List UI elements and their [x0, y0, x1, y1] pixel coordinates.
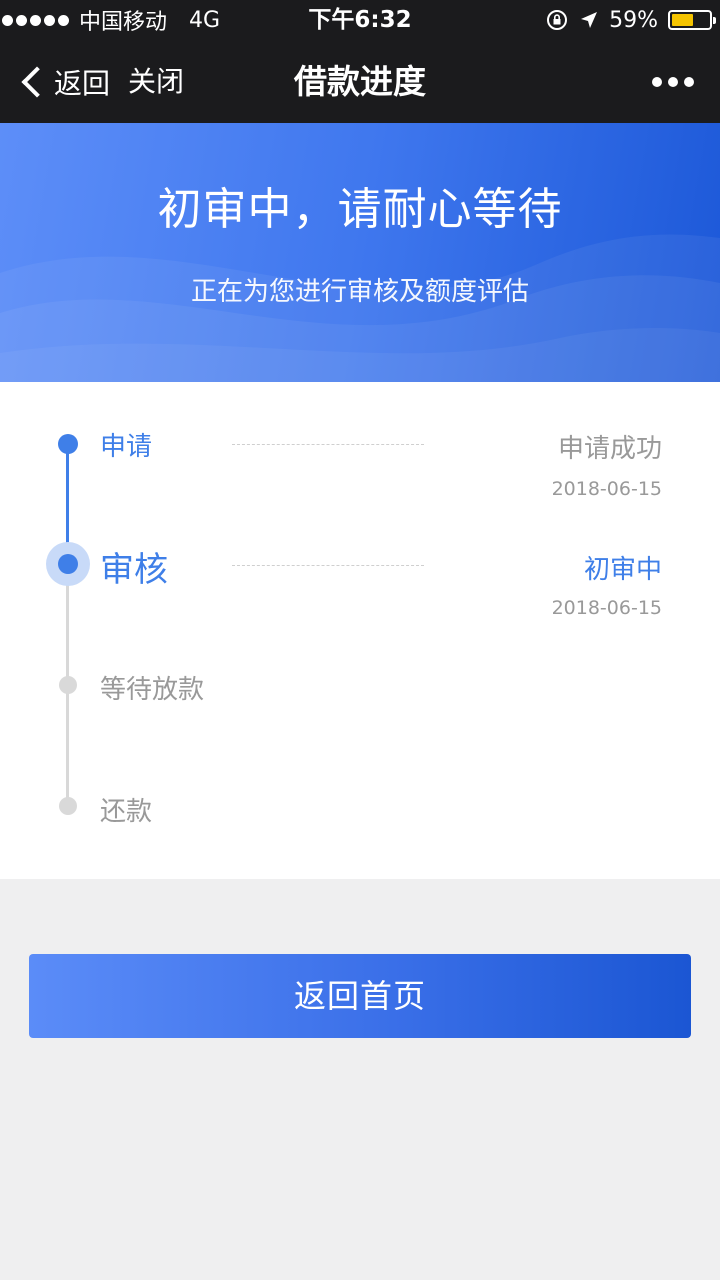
status-banner: 初审中，请耐心等待 正在为您进行审核及额度评估: [0, 123, 720, 382]
step-label-disbursement: 等待放款: [100, 675, 205, 705]
status-right: 59%: [545, 0, 716, 40]
close-button[interactable]: 关闭: [128, 40, 184, 123]
step-date-review: 2018-06-15: [551, 597, 662, 619]
step-date-apply: 2018-06-15: [551, 478, 662, 500]
battery-icon: [668, 10, 716, 30]
step-label-repayment: 还款: [100, 797, 153, 827]
step-label-apply: 申请: [100, 432, 153, 462]
chevron-left-icon: [21, 65, 53, 98]
nav-bar: 返回 关闭 借款进度: [0, 40, 720, 123]
battery-fill: [672, 14, 694, 26]
more-options-button[interactable]: [652, 40, 694, 123]
step-current-dot-icon: [58, 554, 78, 574]
step-status-review: 初审中: [583, 555, 662, 585]
step-done-dot-icon: [58, 434, 78, 454]
banner-wave-decoration: [0, 234, 720, 382]
location-arrow-icon: [581, 12, 598, 28]
step-divider: [232, 444, 424, 445]
return-home-button[interactable]: 返回首页: [29, 954, 691, 1038]
progress-timeline: 申请 申请成功 2018-06-15 审核 初审中 2018-06-15 等待放…: [0, 382, 720, 879]
orientation-lock-icon: [547, 10, 568, 30]
back-button[interactable]: 返回: [18, 40, 110, 123]
more-dots-icon: [652, 76, 662, 87]
step-status-apply: 申请成功: [557, 434, 662, 464]
banner-title: 初审中，请耐心等待: [157, 184, 563, 235]
banner-subtitle: 正在为您进行审核及额度评估: [190, 277, 529, 307]
step-divider: [232, 565, 424, 566]
step-pending-dot-icon: [59, 797, 77, 815]
back-label: 返回: [54, 66, 111, 100]
status-bar: 中国移动 4G 下午6:32 59%: [0, 0, 720, 40]
step-label-review: 审核: [100, 550, 168, 590]
step-pending-dot-icon: [59, 676, 77, 694]
battery-percent: 59%: [609, 7, 658, 33]
